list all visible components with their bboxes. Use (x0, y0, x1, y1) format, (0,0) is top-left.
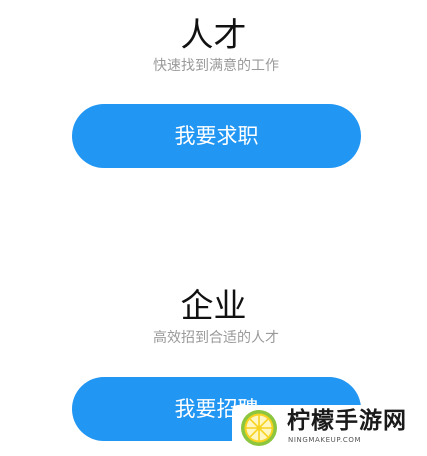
talent-section-title: 人才 (180, 15, 247, 54)
site-watermark: 柠檬手游网 NINGMAKEUP.COM (232, 405, 420, 450)
company-section-title: 企业 (180, 286, 247, 325)
find-job-button[interactable]: 我要求职 (72, 104, 361, 168)
watermark-url: NINGMAKEUP.COM (288, 436, 362, 444)
talent-section-subtitle: 快速找到满意的工作 (153, 58, 279, 74)
lemon-logo-icon (241, 410, 277, 446)
company-section-subtitle: 高效招到合适的人才 (153, 330, 279, 346)
role-selection-screen: 人才 快速找到满意的工作 我要求职 企业 高效招到合适的人才 我要招聘 柠檬手游… (0, 0, 427, 456)
watermark-name: 柠檬手游网 (287, 408, 407, 434)
